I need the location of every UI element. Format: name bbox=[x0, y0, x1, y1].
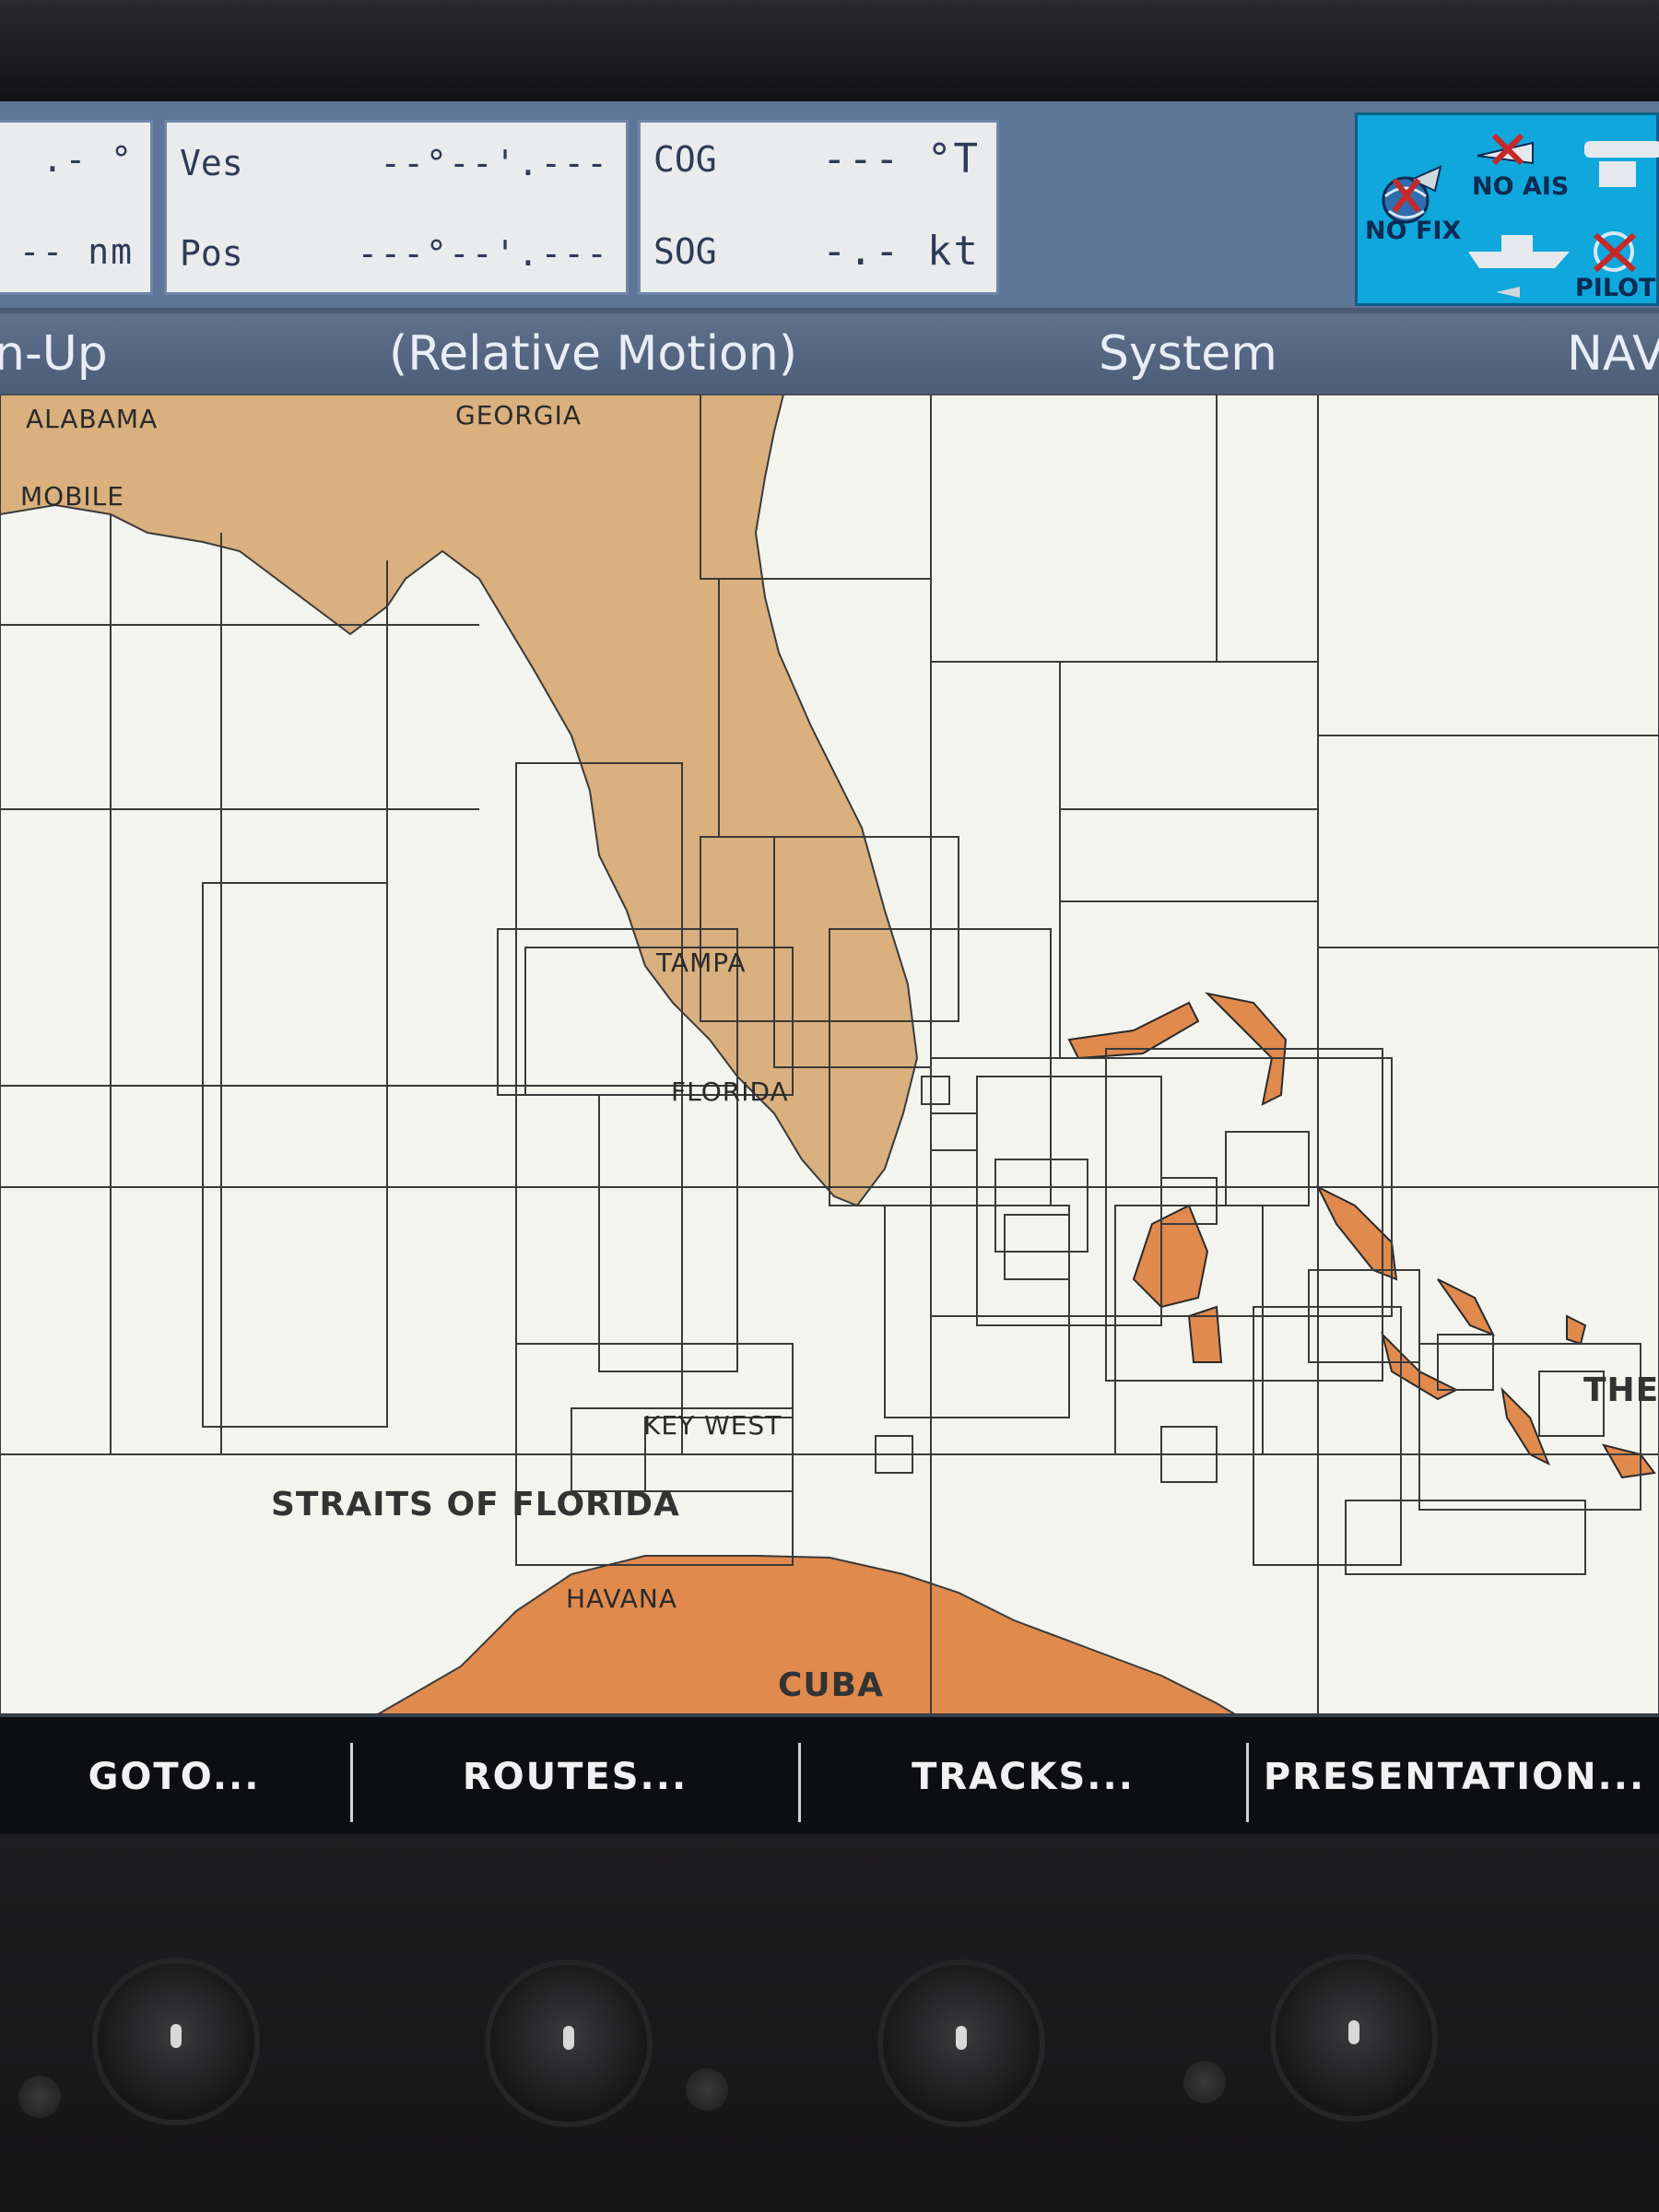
position-label: Pos bbox=[180, 233, 243, 274]
cog-value: --- °T bbox=[822, 135, 980, 182]
nav-menu[interactable]: NAV bbox=[1567, 326, 1659, 382]
softkey-divider bbox=[350, 1743, 353, 1822]
presentation-button[interactable]: PRESENTATION... bbox=[1250, 1717, 1659, 1834]
data-panel: .- ° -- nm Ves --°--'.--- Pos ---°--'.--… bbox=[0, 101, 1659, 308]
chart-coverage-boxes bbox=[0, 394, 1659, 1714]
goto-button[interactable]: GOTO... bbox=[0, 1717, 348, 1834]
label-havana: HAVANA bbox=[566, 1583, 678, 1614]
partial-bearing-value: .- ° bbox=[41, 139, 134, 180]
radar-icon bbox=[1584, 141, 1659, 187]
no-ais-label: NO AIS bbox=[1472, 172, 1570, 201]
position-value: ---°--'.--- bbox=[357, 233, 609, 274]
chart-area[interactable]: ALABAMA GEORGIA MOBILE TAMPA FLORIDA KEY… bbox=[0, 394, 1659, 1714]
softkey-knob-1[interactable] bbox=[98, 1963, 254, 2120]
device-bezel-bottom bbox=[0, 1834, 1659, 2212]
cog-sog-cell: COG --- °T SOG -.- kt bbox=[638, 120, 999, 295]
pilot-label: PILOT bbox=[1575, 274, 1656, 302]
chartplotter-screen: .- ° -- nm Ves --°--'.--- Pos ---°--'.--… bbox=[0, 101, 1659, 1834]
label-tampa: TAMPA bbox=[656, 947, 747, 978]
tracks-button[interactable]: TRACKS... bbox=[802, 1717, 1244, 1834]
header-bar: n-Up (Relative Motion) System NAV bbox=[0, 313, 1659, 398]
no-fix-label: NO FIX bbox=[1365, 217, 1462, 245]
chart-canvas[interactable] bbox=[0, 394, 1659, 1714]
partial-data-cell: .- ° -- nm bbox=[0, 120, 153, 295]
label-key-west: KEY WEST bbox=[643, 1410, 782, 1441]
softkey-divider bbox=[1246, 1743, 1249, 1822]
label-cuba: CUBA bbox=[778, 1666, 884, 1704]
ais-antenna-icon bbox=[1477, 133, 1534, 166]
bahamas-islands bbox=[1067, 992, 1656, 1479]
screw bbox=[1183, 2061, 1226, 2103]
vessel-label: Ves bbox=[180, 143, 243, 183]
status-panel[interactable]: NO FIX NO AIS PILOT bbox=[1355, 112, 1659, 306]
routes-button[interactable]: ROUTES... bbox=[354, 1717, 796, 1834]
vessel-position-cell: Ves --°--'.--- Pos ---°--'.--- bbox=[164, 120, 629, 295]
label-florida: FLORIDA bbox=[671, 1077, 789, 1107]
orientation-mode[interactable]: n-Up bbox=[0, 326, 108, 382]
softkey-knob-3[interactable] bbox=[883, 1965, 1040, 2122]
label-the: THE bbox=[1583, 1371, 1659, 1409]
label-mobile: MOBILE bbox=[20, 481, 124, 512]
label-alabama: ALABAMA bbox=[26, 404, 159, 434]
screw bbox=[18, 2076, 61, 2118]
gps-globe-icon bbox=[1382, 165, 1442, 224]
softkey-knob-4[interactable] bbox=[1276, 1959, 1432, 2116]
softkey-bar: GOTO... ROUTES... TRACKS... PRESENTATION… bbox=[0, 1714, 1659, 1834]
label-georgia: GEORGIA bbox=[455, 400, 582, 430]
screw bbox=[686, 2068, 728, 2111]
cog-label: COG bbox=[653, 139, 717, 180]
vessel-value: --°--'.--- bbox=[380, 143, 609, 183]
system-menu[interactable]: System bbox=[1099, 326, 1277, 382]
softkey-divider bbox=[798, 1743, 801, 1822]
label-straits-of-florida: STRAITS OF FLORIDA bbox=[271, 1486, 680, 1524]
boat-icon bbox=[1468, 235, 1570, 298]
partial-distance-value: -- nm bbox=[18, 231, 134, 272]
motion-mode[interactable]: (Relative Motion) bbox=[389, 326, 797, 382]
device-bezel-top bbox=[0, 0, 1659, 101]
sog-label: SOG bbox=[653, 231, 717, 272]
autopilot-icon bbox=[1593, 231, 1637, 273]
softkey-knob-2[interactable] bbox=[490, 1965, 647, 2122]
sog-value: -.- kt bbox=[822, 228, 980, 275]
